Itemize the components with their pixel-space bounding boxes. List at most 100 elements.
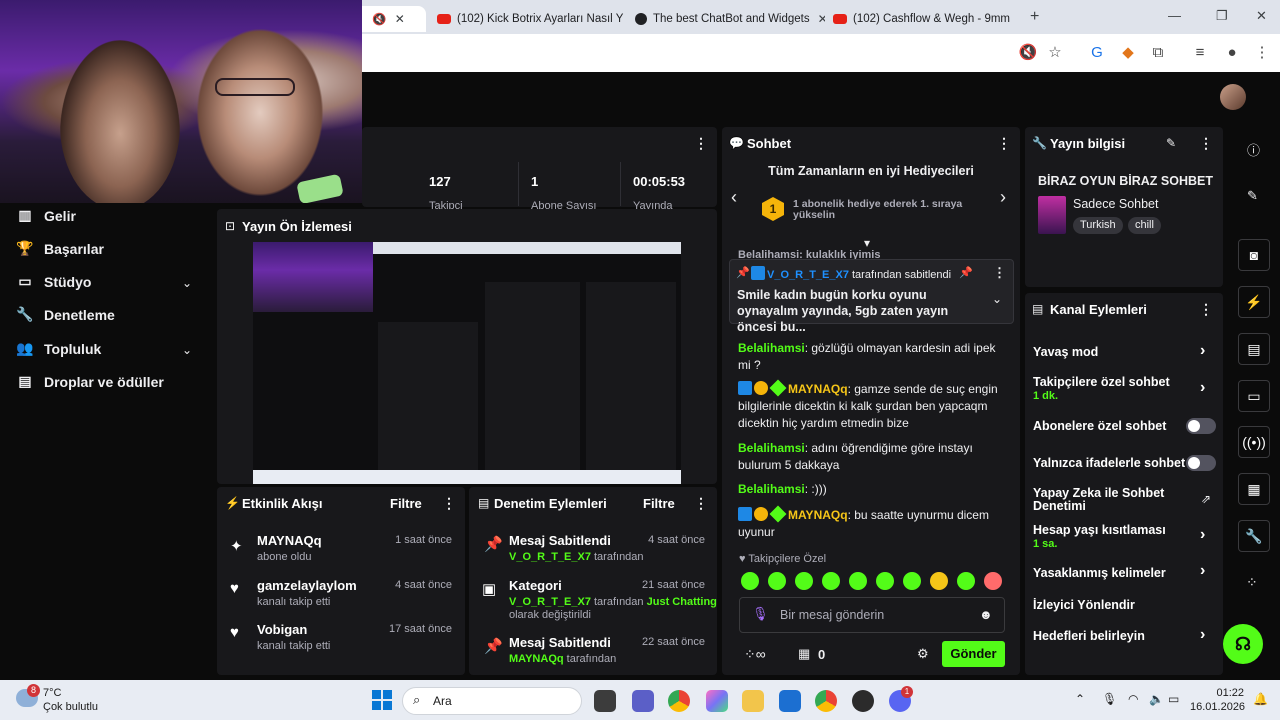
gear-icon[interactable]: ⚙ xyxy=(917,646,929,662)
address-bar[interactable] xyxy=(362,39,1080,67)
pencil-icon[interactable]: ✎ xyxy=(1166,136,1176,150)
star-icon[interactable]: ☆ xyxy=(1045,43,1065,63)
chevron-right-icon[interactable]: › xyxy=(1200,626,1205,644)
window-close-icon[interactable]: ✕ xyxy=(1256,8,1267,24)
obs-icon[interactable] xyxy=(852,690,874,712)
chevron-right-icon[interactable]: › xyxy=(1200,526,1205,544)
emote-icon[interactable] xyxy=(768,572,786,590)
stream-category[interactable]: Sadece Sohbet xyxy=(1073,197,1159,211)
action-ai-moderation[interactable]: Yapay Zeka ile Sohbet Denetimi xyxy=(1033,487,1173,513)
action-banned-words[interactable]: Yasaklanmış kelimeler xyxy=(1033,566,1166,580)
store-icon[interactable]: ▦ xyxy=(798,646,810,662)
minimize-icon[interactable]: — xyxy=(1168,8,1181,23)
pencil-icon[interactable]: ✎ xyxy=(1247,188,1258,204)
broadcast-icon[interactable]: ((•)) xyxy=(1238,426,1270,458)
teams-icon[interactable] xyxy=(632,690,654,712)
emote-icon[interactable] xyxy=(795,572,813,590)
kebab-menu-icon[interactable]: ⋮ xyxy=(993,265,1006,281)
chrome-active-icon[interactable] xyxy=(815,690,837,712)
nav-item-achievements[interactable]: 🏆 Başarılar xyxy=(16,240,104,257)
tag-pill[interactable]: Turkish xyxy=(1073,217,1123,234)
chat-message[interactable]: Belalihamsi: :))) xyxy=(738,481,1000,498)
nav-item-revenue[interactable]: ▥ Gelir xyxy=(16,207,76,224)
battery-icon[interactable]: ▭ xyxy=(1168,692,1179,706)
wrench-icon[interactable]: 🔧 xyxy=(1238,520,1270,552)
emote-icon[interactable] xyxy=(822,572,840,590)
headset-icon[interactable]: ☊ xyxy=(1223,624,1263,664)
kebab-menu-icon[interactable]: ⋮ xyxy=(442,495,456,512)
external-link-icon[interactable]: ⇗ xyxy=(1201,492,1211,506)
microphone-icon[interactable]: 🎙 xyxy=(1102,692,1117,706)
activity-filter-button[interactable]: Filtre xyxy=(390,496,422,511)
chevron-right-icon[interactable]: › xyxy=(1200,342,1205,360)
bolt-icon[interactable]: ⚡ xyxy=(1238,286,1270,318)
emote-icon[interactable] xyxy=(957,572,975,590)
event-user[interactable]: gamzelaylaylom xyxy=(257,578,357,593)
profile-icon[interactable]: ● xyxy=(1222,43,1242,63)
send-button[interactable]: Gönder xyxy=(942,641,1005,667)
stream-preview-video[interactable] xyxy=(253,242,681,484)
nav-item-studio[interactable]: ▭ Stüdyo xyxy=(16,273,91,290)
new-tab-icon[interactable]: + xyxy=(1030,8,1039,26)
microphone-icon[interactable]: 🎙 xyxy=(752,606,769,622)
browser-tab-chatbot[interactable]: The best ChatBot and Widgets ✕ xyxy=(635,6,825,32)
nav-item-community[interactable]: 👥 Topluluk xyxy=(16,340,101,357)
maximize-icon[interactable]: ❐ xyxy=(1216,8,1228,24)
info-icon[interactable]: ⓘ xyxy=(1247,140,1260,159)
media-icon[interactable]: ≡ xyxy=(1190,43,1210,63)
action-goals[interactable]: Hedefleri belirleyin xyxy=(1033,629,1145,643)
metamask-icon[interactable]: ◆ xyxy=(1118,43,1138,63)
task-view-icon[interactable] xyxy=(594,690,616,712)
clock-time[interactable]: 01:22 xyxy=(1196,687,1244,699)
event-user[interactable]: Vobigan xyxy=(257,622,307,637)
chevron-right-icon[interactable]: › xyxy=(1000,187,1006,208)
windows-start-icon[interactable] xyxy=(372,690,392,710)
kebab-menu-icon[interactable]: ⋮ xyxy=(997,135,1011,152)
chevron-right-icon[interactable]: › xyxy=(1200,562,1205,580)
collapse-icon[interactable]: ▾ xyxy=(864,236,870,250)
unpin-icon[interactable]: 📌 xyxy=(959,266,973,279)
mute-icon[interactable]: 🔇 xyxy=(1018,43,1038,63)
emote-icon[interactable] xyxy=(984,572,1002,590)
community-icon[interactable]: ⁘ xyxy=(1246,574,1258,591)
notification-icon[interactable]: 🔔 xyxy=(1253,692,1268,706)
copilot-icon[interactable] xyxy=(706,690,728,712)
emote-icon[interactable] xyxy=(849,572,867,590)
mute-icon[interactable]: 🔇 xyxy=(372,12,386,26)
action-slow-mode[interactable]: Yavaş mod xyxy=(1033,345,1098,359)
kebab-menu-icon[interactable]: ⋮ xyxy=(1199,135,1213,152)
emote-icon[interactable] xyxy=(903,572,921,590)
store-icon[interactable] xyxy=(779,690,801,712)
action-raid[interactable]: İzleyici Yönlendir xyxy=(1033,598,1135,612)
moderation-filter-button[interactable]: Filtre xyxy=(643,496,675,511)
kebab-menu-icon[interactable]: ⋮ xyxy=(694,135,708,152)
chevron-down-icon[interactable]: ⌄ xyxy=(992,292,1002,306)
nav-item-moderation[interactable]: 🔧 Denetleme xyxy=(16,306,115,323)
wifi-icon[interactable]: ◠ xyxy=(1128,692,1138,706)
tag-pill[interactable]: chill xyxy=(1128,217,1161,234)
browser-tab-youtube-2[interactable]: (102) Cashflow & Wegh - 9mm ✕ xyxy=(833,6,1018,32)
chat-input-placeholder[interactable]: Bir mesaj gönderin xyxy=(780,608,884,622)
chat-message[interactable]: Belalihamsi: adını öğrendiğime göre inst… xyxy=(738,440,1000,474)
document-icon[interactable]: ▤ xyxy=(1238,333,1270,365)
chevron-right-icon[interactable]: › xyxy=(1200,379,1205,397)
action-followers-only[interactable]: Takipçilere özel sohbet xyxy=(1033,375,1170,389)
chat-message[interactable]: MAYNAQq: bu saatte uynurmu dicem uyunur xyxy=(738,505,1000,541)
emote-icon[interactable] xyxy=(930,572,948,590)
browser-tab-youtube-1[interactable]: (102) Kick Botrix Ayarları Nasıl Y ✕ xyxy=(437,6,627,32)
layout-icon[interactable]: ▦ xyxy=(1238,473,1270,505)
subscribers-only-toggle[interactable] xyxy=(1186,418,1216,434)
chat-icon[interactable]: ▭ xyxy=(1238,380,1270,412)
emoji-icon[interactable]: ☻ xyxy=(979,607,993,622)
clock-date[interactable]: 16.01.2026 xyxy=(1190,701,1245,713)
taskbar-search[interactable] xyxy=(402,687,582,715)
close-icon[interactable]: ✕ xyxy=(395,12,405,26)
menu-icon[interactable]: ⋮ xyxy=(1252,43,1272,63)
chevron-down-icon[interactable]: ⌄ xyxy=(182,276,192,290)
chevron-up-icon[interactable]: ⌃ xyxy=(1075,692,1085,706)
avatar[interactable] xyxy=(1220,84,1246,110)
translate-icon[interactable]: G xyxy=(1087,43,1107,63)
emote-only-toggle[interactable] xyxy=(1186,455,1216,471)
kebab-menu-icon[interactable]: ⋮ xyxy=(1199,301,1213,318)
event-user[interactable]: MAYNAQq xyxy=(257,533,322,548)
